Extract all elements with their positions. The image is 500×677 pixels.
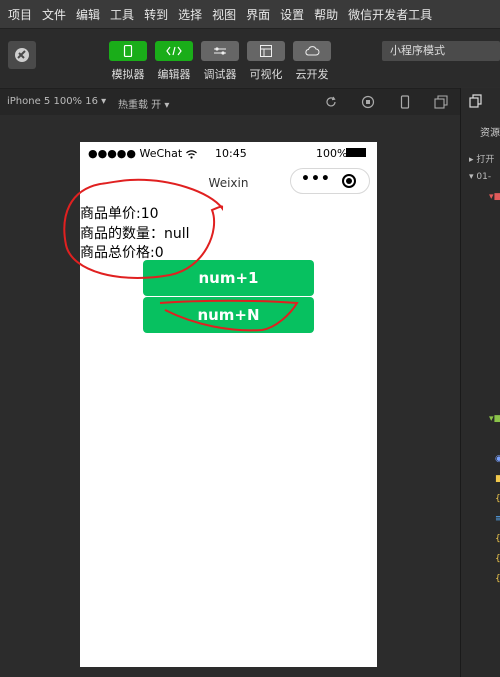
menu-help[interactable]: 帮助 bbox=[309, 6, 343, 23]
toolbar: 模拟器 编辑器 调试器 可视化 云开发 小程序模式 bbox=[0, 29, 500, 87]
more-icon[interactable]: ••• bbox=[301, 171, 331, 187]
stop-icon[interactable] bbox=[361, 95, 375, 109]
cloud-label: 云开发 bbox=[295, 68, 329, 81]
sliders-icon bbox=[214, 47, 226, 55]
nav-bar: Weixin ••• bbox=[80, 164, 377, 200]
status-bar: ●●●●● WeChat 10:45 100% bbox=[80, 142, 377, 164]
file-icon-7: { bbox=[495, 574, 500, 584]
menu-bar: 项目 文件 编辑 工具 转到 选择 视图 界面 设置 帮助 微信开发者工具 bbox=[0, 0, 500, 29]
layout-icon bbox=[260, 45, 272, 57]
file-icon-4: ≡ bbox=[495, 514, 500, 524]
cloud-icon bbox=[305, 46, 320, 56]
quantity-text: 商品的数量：null bbox=[80, 226, 190, 242]
menu-goto[interactable]: 转到 bbox=[139, 6, 173, 23]
window-icon[interactable] bbox=[434, 95, 448, 109]
folder-icon: ▾■ bbox=[489, 192, 500, 202]
unit-price-text: 商品单价:10 bbox=[80, 206, 159, 222]
resource-panel: 资源 ▸ 打开 ▾ 01- ▾■ ▾■ ◉ ■ { ≡ { { { bbox=[460, 88, 500, 677]
code-icon bbox=[166, 46, 182, 56]
menu-select[interactable]: 选择 bbox=[173, 6, 207, 23]
carrier-label: ●●●●● WeChat bbox=[88, 147, 197, 160]
menu-tools[interactable]: 工具 bbox=[105, 6, 139, 23]
menu-interface[interactable]: 界面 bbox=[241, 6, 275, 23]
battery-percent: 100% bbox=[316, 147, 348, 160]
phone-screen: ●●●●● WeChat 10:45 100% Weixin ••• 商品单价:… bbox=[80, 142, 377, 667]
menu-project[interactable]: 项目 bbox=[0, 6, 37, 23]
simulator-button[interactable] bbox=[109, 41, 147, 61]
avatar[interactable] bbox=[8, 41, 36, 69]
menu-view[interactable]: 视图 bbox=[207, 6, 241, 23]
menu-file[interactable]: 文件 bbox=[37, 6, 71, 23]
menu-edit[interactable]: 编辑 bbox=[71, 6, 105, 23]
visual-button[interactable] bbox=[247, 41, 285, 61]
capsule-menu: ••• bbox=[290, 168, 370, 194]
resource-label: 资源 bbox=[480, 128, 500, 139]
file-icon-6: { bbox=[495, 554, 500, 564]
folder-icon-2: ▾■ bbox=[489, 414, 500, 424]
refresh-icon[interactable] bbox=[324, 95, 338, 109]
num-plus-one-button[interactable]: num+1 bbox=[143, 260, 314, 296]
panel-tabs bbox=[461, 88, 500, 114]
file-icon-5: { bbox=[495, 534, 500, 544]
visual-tool[interactable]: 可视化 bbox=[244, 41, 288, 82]
simulator-tool[interactable]: 模拟器 bbox=[106, 41, 150, 82]
tree-row-open-label: 打开 bbox=[476, 155, 495, 165]
simulator-bar: iPhone 5 100% 16 ▾ 热重载 开 ▾ bbox=[0, 88, 460, 116]
tree-row-open[interactable]: ▸ 打开 bbox=[469, 152, 494, 165]
hot-reload-select[interactable]: 热重载 开 ▾ bbox=[118, 96, 169, 111]
menu-app-name[interactable]: 微信开发者工具 bbox=[343, 6, 437, 23]
device-select[interactable]: iPhone 5 100% 16 ▾ bbox=[7, 96, 106, 107]
debugger-tool[interactable]: 调试器 bbox=[198, 41, 242, 82]
carrier-text: ●●●●● WeChat bbox=[88, 147, 183, 160]
file-icon-3: { bbox=[495, 494, 500, 504]
debugger-button[interactable] bbox=[201, 41, 239, 61]
phone-icon[interactable] bbox=[398, 95, 412, 109]
num-plus-n-button[interactable]: num+N bbox=[143, 297, 314, 333]
copy-icon[interactable] bbox=[469, 94, 483, 108]
cloud-button[interactable] bbox=[293, 41, 331, 61]
editor-button[interactable] bbox=[155, 41, 193, 61]
tree-row-project[interactable]: ▾ 01- bbox=[469, 172, 491, 182]
close-target-icon[interactable] bbox=[342, 174, 356, 188]
mobile-icon bbox=[123, 45, 133, 57]
total-price-text: 商品总价格:0 bbox=[80, 245, 164, 261]
file-icon-2: ■ bbox=[495, 474, 500, 484]
project-logo-icon bbox=[15, 48, 29, 62]
status-time: 10:45 bbox=[215, 147, 247, 160]
mode-select[interactable]: 小程序模式 bbox=[382, 41, 500, 61]
cloud-tool[interactable]: 云开发 bbox=[290, 41, 334, 82]
battery-icon bbox=[346, 148, 366, 157]
wifi-icon bbox=[185, 149, 197, 159]
tree-row-project-label: 01- bbox=[476, 172, 492, 182]
file-icon-1: ◉ bbox=[495, 454, 500, 464]
editor-tool[interactable]: 编辑器 bbox=[152, 41, 196, 82]
menu-settings[interactable]: 设置 bbox=[275, 6, 309, 23]
